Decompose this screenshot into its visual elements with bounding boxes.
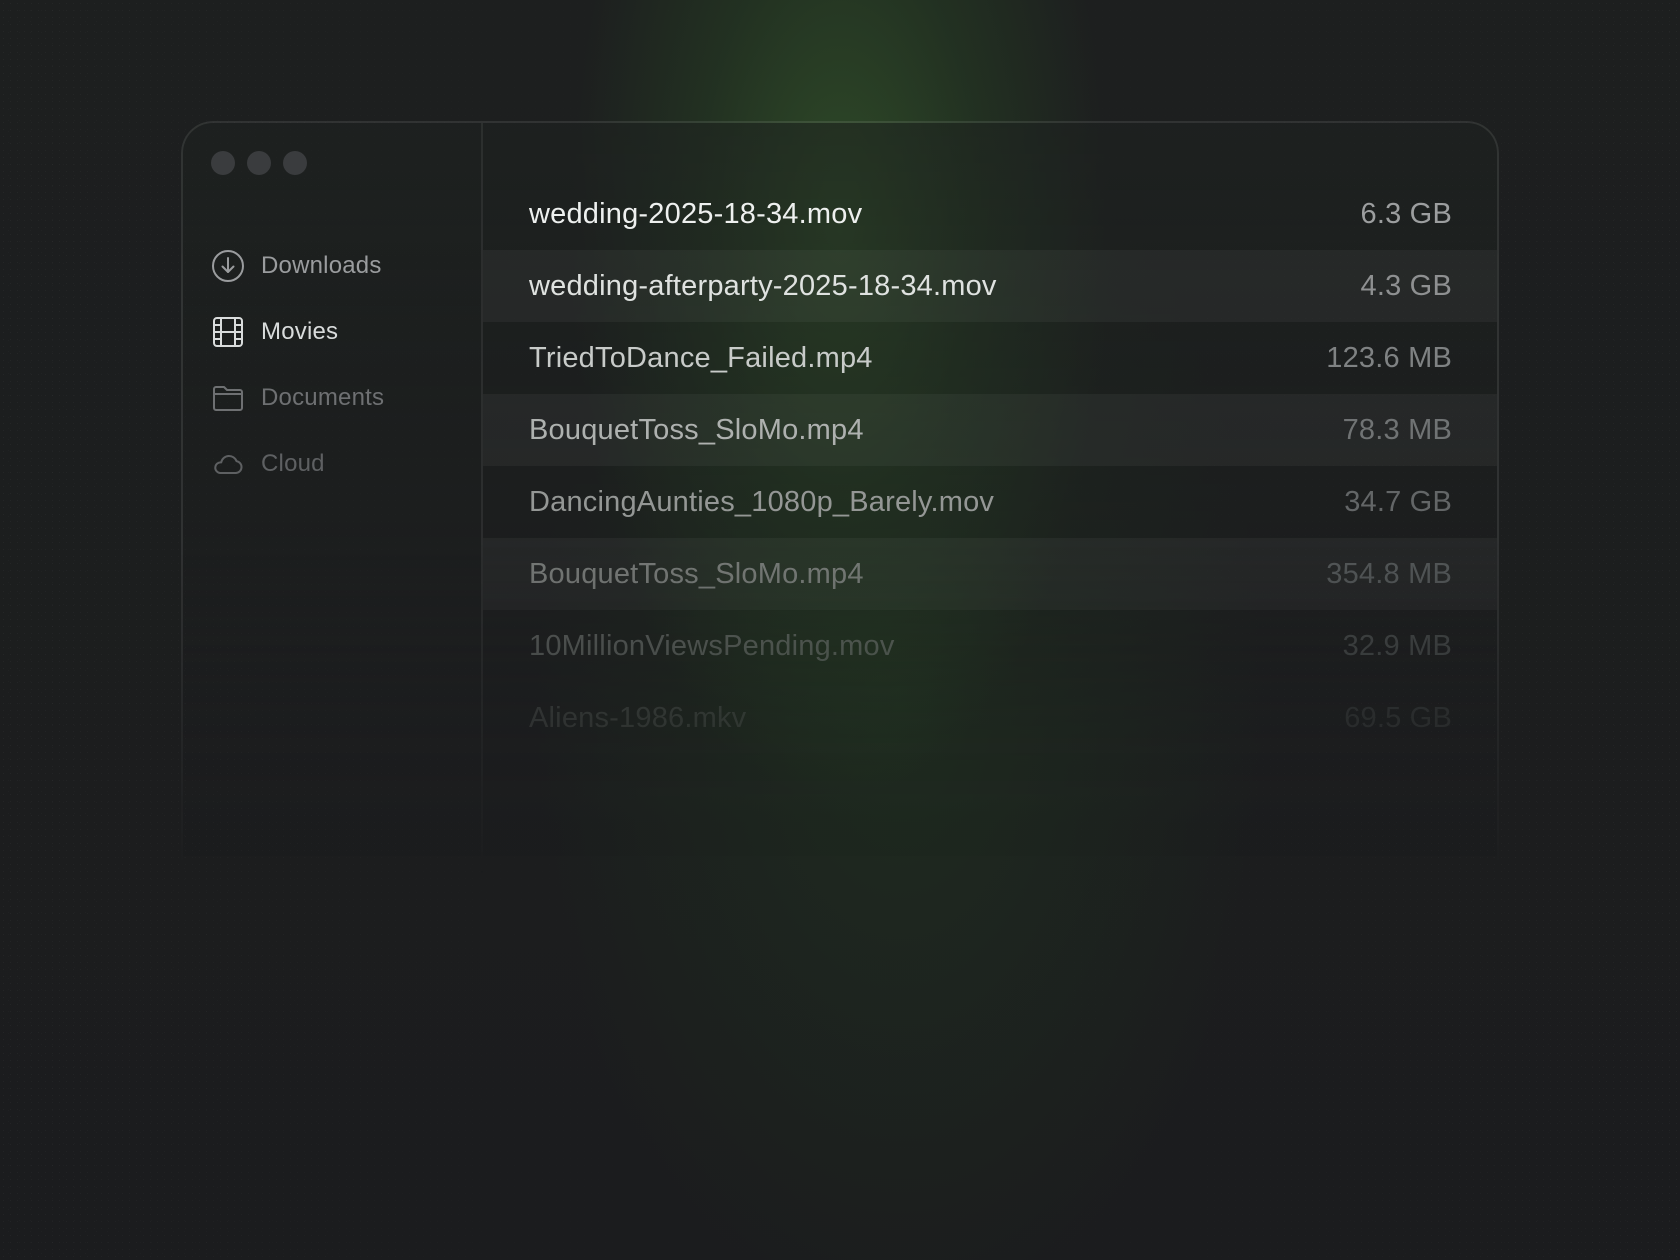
file-name: wedding-afterparty-2025-18-34.mov <box>529 269 997 302</box>
maximize-window-button[interactable] <box>283 151 307 175</box>
file-size: 32.9 MB <box>1342 629 1452 662</box>
sidebar-item-downloads[interactable]: Downloads <box>211 233 471 299</box>
desktop-background: Downloads Movies Documents Cloud wedding… <box>0 0 1680 1260</box>
file-row[interactable]: wedding-2025-18-34.mov 6.3 GB <box>483 178 1497 250</box>
file-row[interactable]: TriedToDance_Failed.mp4 123.6 MB <box>483 322 1497 394</box>
file-name: 10MillionViewsPending.mov <box>529 629 895 662</box>
sidebar-item-cloud[interactable]: Cloud <box>211 431 471 497</box>
sidebar: Downloads Movies Documents Cloud <box>183 123 483 881</box>
file-name: BouquetToss_SloMo.mp4 <box>529 413 864 446</box>
download-circle-icon <box>212 250 244 282</box>
file-row[interactable]: BouquetToss_SloMo.mp4 78.3 MB <box>483 394 1497 466</box>
file-row[interactable]: DancingAunties_1080p_Barely.mov 34.7 GB <box>483 466 1497 538</box>
file-row[interactable]: wedding-afterparty-2025-18-34.mov 4.3 GB <box>483 250 1497 322</box>
close-window-button[interactable] <box>211 151 235 175</box>
file-size: 4.3 GB <box>1360 269 1452 302</box>
sidebar-item-movies[interactable]: Movies <box>211 299 471 365</box>
sidebar-item-documents[interactable]: Documents <box>211 365 471 431</box>
sidebar-item-label: Cloud <box>261 450 325 477</box>
sidebar-item-label: Downloads <box>261 252 382 279</box>
file-list: wedding-2025-18-34.mov 6.3 GB wedding-af… <box>483 178 1497 754</box>
folder-icon <box>213 386 243 411</box>
file-name: wedding-2025-18-34.mov <box>529 197 863 230</box>
minimize-window-button[interactable] <box>247 151 271 175</box>
file-size: 6.3 GB <box>1360 197 1452 230</box>
file-row[interactable]: 10MillionViewsPending.mov 32.9 MB <box>483 610 1497 682</box>
film-icon <box>213 317 243 347</box>
file-size: 123.6 MB <box>1326 341 1452 374</box>
file-size: 78.3 MB <box>1342 413 1452 446</box>
sidebar-item-label: Movies <box>261 318 339 345</box>
file-size: 69.5 GB <box>1344 701 1452 734</box>
file-name: TriedToDance_Failed.mp4 <box>529 341 873 374</box>
file-name: Aliens-1986.mkv <box>529 701 747 734</box>
window-controls <box>211 151 307 175</box>
sidebar-item-label: Documents <box>261 384 385 411</box>
file-name: DancingAunties_1080p_Barely.mov <box>529 485 995 518</box>
file-size: 34.7 GB <box>1344 485 1452 518</box>
cloud-icon <box>214 455 243 474</box>
file-name: BouquetToss_SloMo.mp4 <box>529 557 864 590</box>
file-row[interactable]: Aliens-1986.mkv 69.5 GB <box>483 682 1497 754</box>
file-row[interactable]: BouquetToss_SloMo.mp4 354.8 MB <box>483 538 1497 610</box>
file-size: 354.8 MB <box>1326 557 1452 590</box>
sidebar-nav: Downloads Movies Documents Cloud <box>211 233 471 497</box>
file-browser-window: Downloads Movies Documents Cloud wedding… <box>181 121 1499 881</box>
